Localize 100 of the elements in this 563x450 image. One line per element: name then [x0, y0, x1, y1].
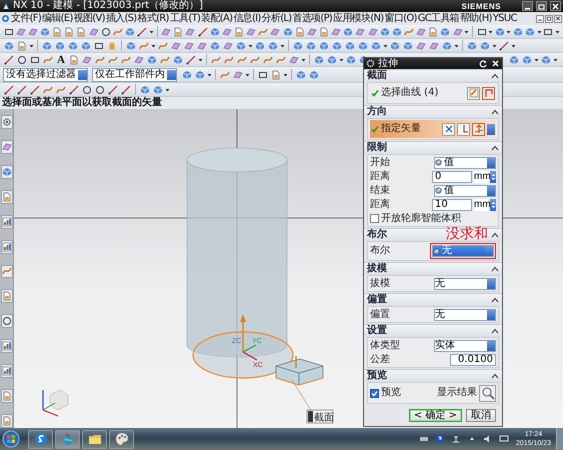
collapse-icon[interactable]	[491, 145, 499, 151]
sheet-icon[interactable]	[0, 414, 12, 428]
line-icon[interactable]	[498, 40, 510, 52]
sheet-icon[interactable]	[294, 26, 306, 38]
swirl-icon[interactable]	[28, 430, 53, 448]
line-icon[interactable]	[136, 26, 148, 38]
sheet-icon[interactable]	[0, 190, 12, 204]
circle-icon[interactable]	[0, 314, 12, 328]
dropdown-field[interactable]: 值	[434, 156, 496, 168]
network-icon[interactable]	[450, 434, 461, 444]
sheet-icon[interactable]	[0, 389, 12, 404]
circle-icon[interactable]	[94, 84, 106, 96]
collapse-icon[interactable]	[491, 73, 499, 79]
minimize-icon[interactable]	[522, 1, 533, 11]
surface-icon[interactable]	[416, 26, 427, 38]
dropdown-field[interactable]: 无	[432, 245, 494, 257]
surface-icon[interactable]	[330, 26, 342, 38]
line-icon[interactable]	[197, 26, 208, 38]
menu-item[interactable]: 装配(A)	[201, 12, 232, 24]
number-field[interactable]: 0	[432, 170, 472, 182]
handle-block-drawing[interactable]	[276, 356, 324, 386]
sheet-icon[interactable]	[428, 26, 439, 38]
menu-item[interactable]: 格式(R)	[138, 12, 169, 24]
line-icon[interactable]	[185, 54, 197, 66]
surface-icon[interactable]	[232, 68, 244, 80]
collapse-icon[interactable]	[491, 232, 499, 238]
axis-icon[interactable]	[457, 122, 470, 136]
sheet-icon[interactable]	[318, 26, 330, 38]
surface-icon[interactable]	[170, 40, 182, 52]
surface-icon[interactable]	[183, 40, 195, 52]
sheet-icon[interactable]	[270, 68, 282, 80]
keyboard-icon[interactable]	[418, 434, 429, 444]
sheet-icon[interactable]	[16, 40, 28, 52]
cancel-button[interactable]: 取消	[466, 409, 496, 422]
circle-icon[interactable]	[16, 54, 28, 66]
collapse-icon[interactable]	[491, 328, 499, 334]
surface-icon[interactable]	[184, 26, 196, 38]
collapse-icon[interactable]	[491, 109, 499, 115]
sheet-icon[interactable]	[0, 289, 12, 304]
circle-icon[interactable]	[81, 84, 93, 96]
ok-button[interactable]: < 确定 >	[408, 409, 462, 422]
swap-icon[interactable]	[442, 122, 455, 136]
surface-icon[interactable]	[452, 26, 464, 38]
collapse-icon[interactable]	[491, 297, 499, 303]
dropdown-field[interactable]: 实体	[434, 340, 496, 352]
surface-icon[interactable]	[160, 26, 172, 38]
surface-icon[interactable]	[0, 140, 12, 154]
vector-selection-row[interactable]: 指定矢量	[370, 120, 496, 138]
spin-icon[interactable]	[490, 198, 496, 210]
line-icon[interactable]	[68, 84, 80, 96]
sheet-icon[interactable]	[64, 26, 75, 38]
close-icon[interactable]	[554, 14, 562, 22]
cube-icon[interactable]	[342, 26, 354, 38]
surface-icon[interactable]	[354, 26, 366, 38]
surface-icon[interactable]	[222, 40, 234, 52]
spin-icon[interactable]	[490, 170, 496, 182]
cube-icon[interactable]	[39, 26, 51, 38]
sheet-icon[interactable]	[68, 54, 80, 66]
surface-icon[interactable]	[270, 26, 282, 38]
menu-item[interactable]: 窗口(O)	[384, 12, 417, 24]
text-tool-button[interactable]: A	[55, 54, 67, 66]
dropdown-field[interactable]: 值	[434, 184, 496, 196]
collapse-icon[interactable]	[491, 266, 499, 272]
sheet-icon[interactable]	[172, 26, 184, 38]
line-icon[interactable]	[120, 84, 132, 96]
section-curve[interactable]	[192, 331, 294, 379]
checkbox[interactable]	[370, 214, 379, 223]
restore-icon[interactable]	[536, 1, 547, 11]
minimize-icon[interactable]	[536, 14, 544, 22]
surface-icon[interactable]	[367, 26, 378, 38]
sheet-icon[interactable]	[233, 26, 245, 38]
menu-item[interactable]: 首选项(P)	[292, 12, 332, 24]
cube-icon[interactable]	[0, 164, 12, 179]
cube-icon[interactable]	[67, 40, 79, 52]
sketch-icon[interactable]	[467, 86, 480, 100]
line-icon[interactable]	[3, 84, 15, 96]
circle-icon[interactable]	[100, 26, 112, 38]
surface-icon[interactable]	[246, 26, 257, 38]
unit-label[interactable]: mm	[474, 170, 488, 182]
line-icon[interactable]	[3, 54, 15, 66]
number-field[interactable]: 0.0100	[450, 354, 496, 366]
surface-icon[interactable]	[288, 54, 300, 66]
reset-icon[interactable]	[479, 59, 488, 68]
gear-icon[interactable]	[0, 115, 12, 129]
restore-icon[interactable]	[545, 14, 553, 22]
menu-item[interactable]: 工具(T)	[170, 12, 200, 24]
monitor-icon[interactable]	[498, 434, 509, 444]
cube-icon[interactable]	[402, 40, 414, 52]
curve-icon[interactable]	[0, 264, 12, 278]
filter-dropdown[interactable]: 仅在工作部件内	[92, 68, 177, 82]
menu-item[interactable]: 文件(F)	[11, 12, 42, 24]
surface-icon[interactable]	[415, 40, 427, 52]
line-icon[interactable]	[16, 84, 28, 96]
magnifier-icon[interactable]	[479, 384, 496, 402]
sheet-icon[interactable]	[52, 26, 63, 38]
menu-item[interactable]: YSUC	[492, 12, 517, 24]
menu-item[interactable]: 信息(I)	[233, 12, 261, 24]
sheet-icon[interactable]	[76, 26, 87, 38]
start-button[interactable]	[2, 430, 20, 448]
surface-icon[interactable]	[88, 26, 100, 38]
